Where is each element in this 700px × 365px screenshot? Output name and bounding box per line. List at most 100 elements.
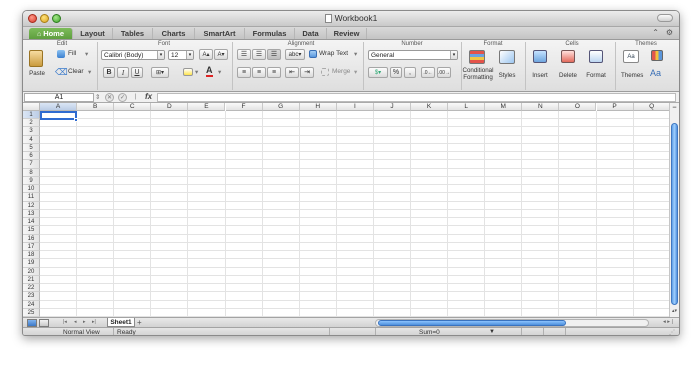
row-header[interactable]: 25 bbox=[23, 308, 40, 317]
conditional-formatting-button[interactable]: Conditional Formatting bbox=[460, 67, 496, 81]
decrease-indent-button[interactable]: ⇤ bbox=[285, 67, 299, 78]
scroll-arrows-icon[interactable]: ▴▾ bbox=[671, 308, 678, 315]
collapse-ribbon-icon[interactable]: ⌃ bbox=[652, 28, 659, 37]
increase-decimal-button[interactable]: .0← bbox=[421, 67, 435, 78]
bold-button[interactable]: B bbox=[103, 67, 115, 78]
row-header[interactable]: 1 bbox=[23, 111, 40, 120]
insert-button[interactable]: Insert bbox=[529, 72, 551, 79]
comma-style-button[interactable]: , bbox=[404, 67, 416, 78]
fill-color-icon[interactable] bbox=[183, 68, 193, 76]
row-header[interactable]: 24 bbox=[23, 300, 40, 309]
horizontal-scroll-arrows-icon[interactable]: ◂ ▸ | bbox=[663, 319, 673, 325]
column-header[interactable]: B bbox=[77, 103, 115, 111]
column-header[interactable]: G bbox=[262, 103, 300, 111]
row-header[interactable]: 21 bbox=[23, 275, 40, 285]
split-handle-icon[interactable]: ═ bbox=[671, 105, 678, 112]
font-size-select[interactable]: 12 ▾ bbox=[168, 50, 194, 60]
column-header[interactable]: C bbox=[114, 103, 152, 111]
column-header[interactable]: L bbox=[448, 103, 486, 111]
column-header[interactable]: K bbox=[411, 103, 449, 111]
tab-tables[interactable]: Tables bbox=[113, 28, 153, 39]
row-header[interactable]: 5 bbox=[23, 143, 40, 153]
paste-button[interactable]: Paste bbox=[27, 70, 47, 77]
tab-review[interactable]: Review bbox=[327, 28, 367, 39]
column-header[interactable]: Q bbox=[633, 103, 671, 111]
name-box-stepper-icon[interactable]: ⇕ bbox=[95, 93, 100, 101]
column-header[interactable]: D bbox=[151, 103, 189, 111]
cell-styles-icon[interactable] bbox=[499, 50, 515, 64]
orientation-button[interactable]: abc▾ bbox=[285, 49, 305, 60]
align-middle-button[interactable]: ☰ bbox=[252, 49, 266, 60]
row-header[interactable]: 20 bbox=[23, 267, 40, 276]
row-header[interactable]: 8 bbox=[23, 168, 40, 177]
column-header[interactable]: O bbox=[559, 103, 597, 111]
row-header[interactable]: 18 bbox=[23, 251, 40, 260]
tab-charts[interactable]: Charts bbox=[153, 28, 195, 39]
spreadsheet-grid[interactable]: A B C D E F G H I J K L M N O P Q 1 2 3 4 5 6 7 8 9 10 11 12 13 14 15 16… bbox=[23, 103, 671, 317]
row-header[interactable]: 14 bbox=[23, 218, 40, 227]
themes-icon[interactable]: Aa bbox=[623, 50, 639, 63]
add-sheet-button[interactable]: + bbox=[137, 318, 142, 327]
tab-data[interactable]: Data bbox=[295, 28, 327, 39]
resize-grip-icon[interactable]: ⋰ bbox=[669, 329, 675, 335]
format-cells-icon[interactable] bbox=[589, 50, 603, 63]
row-header[interactable]: 7 bbox=[23, 160, 40, 169]
row-header[interactable]: 19 bbox=[23, 259, 40, 268]
row-header[interactable]: 23 bbox=[23, 292, 40, 301]
column-header[interactable]: F bbox=[225, 103, 263, 111]
column-header[interactable]: M bbox=[485, 103, 523, 111]
sum-readout[interactable]: Sum=0 bbox=[419, 329, 440, 335]
font-name-select[interactable]: Calibri (Body) ▾ bbox=[101, 50, 165, 60]
previous-sheet-icon[interactable]: ◂ bbox=[74, 319, 77, 325]
select-all-corner[interactable] bbox=[23, 103, 40, 111]
row-header[interactable]: 6 bbox=[23, 152, 40, 161]
row-header[interactable]: 16 bbox=[23, 234, 40, 243]
horizontal-scroll-thumb[interactable] bbox=[378, 320, 566, 326]
cancel-entry-icon[interactable]: ✕ bbox=[105, 93, 114, 102]
insert-function-button[interactable]: fx bbox=[145, 92, 152, 101]
increase-indent-button[interactable]: ⇥ bbox=[300, 67, 314, 78]
vertical-scroll-thumb[interactable] bbox=[671, 123, 678, 305]
first-sheet-icon[interactable]: |◂ bbox=[63, 319, 67, 325]
styles-button[interactable]: Styles bbox=[497, 72, 517, 79]
italic-button[interactable]: I bbox=[117, 67, 129, 78]
format-button[interactable]: Format bbox=[585, 72, 607, 79]
conditional-formatting-icon[interactable] bbox=[469, 50, 485, 64]
tab-smartart[interactable]: SmartArt bbox=[195, 28, 245, 39]
page-layout-view-button[interactable] bbox=[39, 319, 49, 327]
align-left-button[interactable]: ≡ bbox=[237, 67, 251, 78]
align-center-button[interactable]: ≡ bbox=[252, 67, 266, 78]
sheet-tab-sheet1[interactable]: Sheet1 bbox=[107, 318, 135, 327]
confirm-entry-icon[interactable]: ✓ bbox=[118, 93, 127, 102]
align-bottom-button[interactable]: ☰ bbox=[267, 49, 281, 60]
row-header[interactable]: 12 bbox=[23, 201, 40, 210]
column-header[interactable]: I bbox=[336, 103, 374, 111]
underline-button[interactable]: U bbox=[131, 67, 143, 78]
toolbar-toggle-button[interactable] bbox=[657, 14, 673, 22]
themes-button[interactable]: Themes bbox=[621, 72, 643, 79]
currency-button[interactable]: $▾ bbox=[368, 67, 388, 78]
row-header[interactable]: 9 bbox=[23, 176, 40, 186]
fill-button[interactable]: Fill bbox=[68, 50, 76, 57]
last-sheet-icon[interactable]: ▸| bbox=[92, 319, 96, 325]
wrap-text-dropdown-icon[interactable]: ▾ bbox=[354, 50, 357, 58]
next-sheet-icon[interactable]: ▸ bbox=[83, 319, 86, 325]
row-header[interactable]: 15 bbox=[23, 226, 40, 235]
row-header[interactable]: 22 bbox=[23, 284, 40, 293]
theme-fonts-button[interactable]: Aa bbox=[650, 68, 661, 78]
column-header[interactable]: H bbox=[299, 103, 337, 111]
merge-button[interactable]: Merge bbox=[332, 68, 350, 75]
column-header[interactable]: A bbox=[40, 103, 78, 111]
row-header[interactable]: 10 bbox=[23, 185, 40, 194]
font-color-dropdown-icon[interactable]: ▾ bbox=[218, 68, 221, 76]
fill-color-dropdown-icon[interactable]: ▾ bbox=[195, 68, 198, 76]
row-header[interactable]: 2 bbox=[23, 119, 40, 128]
formula-input[interactable] bbox=[157, 93, 676, 102]
normal-view-button[interactable] bbox=[27, 319, 37, 327]
column-header[interactable]: J bbox=[373, 103, 411, 111]
column-header[interactable]: P bbox=[596, 103, 634, 111]
column-header[interactable]: N bbox=[522, 103, 560, 111]
theme-colors-icon[interactable] bbox=[651, 50, 663, 61]
active-cell[interactable] bbox=[40, 111, 77, 120]
insert-cells-icon[interactable] bbox=[533, 50, 547, 63]
